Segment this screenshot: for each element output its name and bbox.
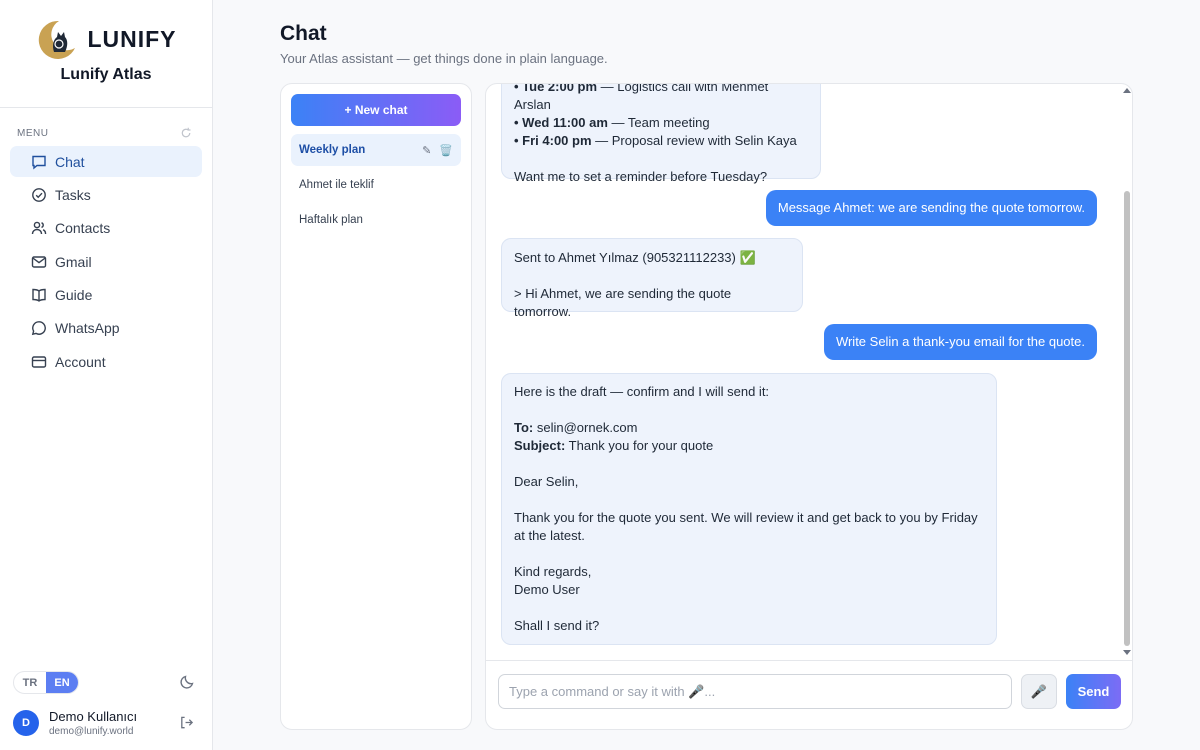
- user-message: Write Selin a thank-you email for the qu…: [823, 324, 1097, 360]
- nav-item-label: Gmail: [55, 253, 92, 270]
- assistant-message: Sent to Ahmet Yılmaz (905321112233) ✅ > …: [501, 238, 803, 319]
- pencil-icon[interactable]: ✎: [422, 144, 431, 157]
- conversation-item[interactable]: Weekly plan ✎ 🗑️: [291, 134, 461, 166]
- message-line: [514, 545, 984, 563]
- mail-icon: [31, 255, 47, 268]
- logout-icon[interactable]: [179, 715, 194, 730]
- nav-item-label: Tasks: [55, 186, 91, 203]
- nav-item-chat[interactable]: Chat: [10, 146, 202, 177]
- nav-item-account[interactable]: Account: [10, 346, 202, 377]
- message-line: Demo User: [514, 582, 580, 597]
- lang-tr-button[interactable]: TR: [14, 672, 46, 693]
- check-circle-icon: [32, 187, 46, 202]
- scroll-thumb[interactable]: [1124, 191, 1130, 646]
- new-chat-button[interactable]: + New chat: [291, 94, 461, 126]
- nav-item-label: Contacts: [55, 220, 111, 237]
- moon-icon[interactable]: [179, 674, 195, 690]
- message-line: Sent to Ahmet Yılmaz (905321112233) ✅: [514, 250, 756, 265]
- message-text: Write Selin a thank-you email for the qu…: [835, 334, 1085, 349]
- message-line: • Fri 4:00 pm — Proposal review with Sel…: [514, 133, 797, 148]
- language-toggle: TR EN: [13, 671, 79, 694]
- scrollbar[interactable]: [1122, 84, 1132, 660]
- sidebar: LUNIFY Lunify Atlas MENU Chat Tasks Cont…: [0, 0, 213, 750]
- scroll-down-arrow-icon[interactable]: [1123, 650, 1131, 655]
- scroll-up-arrow-icon[interactable]: [1123, 88, 1131, 93]
- message-list[interactable]: • Tue 2:00 pm — Logistics call with Mehm…: [486, 84, 1124, 660]
- chat-bubble-icon: [32, 155, 46, 169]
- user-name: Demo Kullanıcı: [49, 709, 138, 724]
- message-line: at the latest.: [514, 528, 585, 543]
- message-line: Subject: Thank you for your quote: [514, 438, 714, 453]
- message-text: Message Ahmet: we are sending the quote …: [777, 200, 1085, 215]
- page-subtitle: Your Atlas assistant — get things done i…: [280, 51, 608, 66]
- nav-item-label: WhatsApp: [55, 320, 120, 337]
- page-title: Chat: [280, 22, 327, 45]
- message-line: [514, 267, 790, 285]
- user-message: Message Ahmet: we are sending the quote …: [765, 190, 1097, 226]
- brand: LUNIFY Lunify Atlas: [0, 0, 212, 108]
- nav-item-label: Account: [55, 353, 106, 370]
- crescent-cat-logo-icon: [39, 20, 76, 59]
- message-line: [514, 455, 984, 473]
- nav-item-label: Guide: [55, 287, 93, 304]
- users-icon: [31, 221, 47, 235]
- mic-button[interactable]: 🎤: [1021, 674, 1057, 709]
- send-button[interactable]: Send: [1066, 674, 1121, 709]
- conversation-actions: ✎ 🗑️: [422, 144, 453, 157]
- microphone-icon: 🎤: [1030, 683, 1048, 699]
- nav-item-tasks[interactable]: Tasks: [10, 179, 202, 210]
- message-line: [514, 491, 984, 509]
- conversation-item[interactable]: Haftalık plan: [291, 204, 461, 236]
- composer: 🎤 Send: [486, 660, 1132, 729]
- refresh-icon[interactable]: [180, 127, 192, 139]
- message-line: Kind regards,: [514, 564, 592, 579]
- menu-label: MENU: [17, 127, 49, 139]
- nav-item-contacts[interactable]: Contacts: [10, 213, 202, 244]
- menu-header: MENU: [0, 126, 212, 140]
- avatar: D: [13, 710, 39, 736]
- message-line: Thank you for the quote you sent. We wil…: [514, 510, 978, 525]
- assistant-message: Here is the draft — confirm and I will s…: [501, 373, 997, 645]
- book-icon: [32, 288, 46, 302]
- trash-icon[interactable]: 🗑️: [439, 144, 453, 157]
- credit-card-icon: [31, 356, 47, 368]
- message-line: Here is the draft — confirm and I will s…: [514, 384, 770, 399]
- message-line: Want me to set a reminder before Tuesday…: [514, 169, 768, 184]
- message-line: • Tue 2:00 pm — Logistics call with Mehm…: [514, 84, 769, 112]
- message-line: > Hi Ahmet, we are sending the quote tom…: [514, 286, 732, 319]
- command-input[interactable]: [498, 674, 1012, 709]
- nav-item-whatsapp[interactable]: WhatsApp: [10, 313, 202, 344]
- message-line: [514, 599, 984, 617]
- main-nav: Chat Tasks Contacts Gmail Guide WhatsApp…: [0, 146, 212, 377]
- message-line: Shall I send it?: [514, 618, 600, 633]
- lang-en-button[interactable]: EN: [46, 672, 78, 693]
- logo-text: LUNIFY: [87, 25, 177, 52]
- message-line: • Wed 11:00 am — Team meeting: [514, 115, 710, 130]
- user-email: demo@lunify.world: [49, 726, 134, 737]
- conversation-item[interactable]: Ahmet ile teklif: [291, 169, 461, 201]
- nav-item-gmail[interactable]: Gmail: [10, 246, 202, 277]
- nav-item-guide[interactable]: Guide: [10, 280, 202, 311]
- message-line: Dear Selin,: [514, 474, 579, 489]
- assistant-message: • Tue 2:00 pm — Logistics call with Mehm…: [501, 84, 821, 184]
- conversation-list: + New chat Weekly plan ✎ 🗑️ Ahmet ile te…: [280, 83, 472, 730]
- chat-panel: • Tue 2:00 pm — Logistics call with Mehm…: [485, 83, 1133, 730]
- conversation-title: Weekly plan: [299, 144, 366, 156]
- brand-name: Lunify Atlas: [60, 66, 152, 83]
- conversation-title: Ahmet ile teklif: [299, 179, 374, 191]
- message-line: [514, 150, 808, 168]
- whatsapp-icon: [31, 321, 46, 336]
- logo[interactable]: LUNIFY: [35, 18, 176, 60]
- message-line: [514, 401, 984, 419]
- nav-item-label: Chat: [55, 153, 85, 170]
- conversation-title: Haftalık plan: [299, 214, 363, 226]
- user-profile: D Demo Kullanıcı demo@lunify.world: [13, 709, 137, 737]
- message-line: To: selin@ornek.com: [514, 420, 638, 435]
